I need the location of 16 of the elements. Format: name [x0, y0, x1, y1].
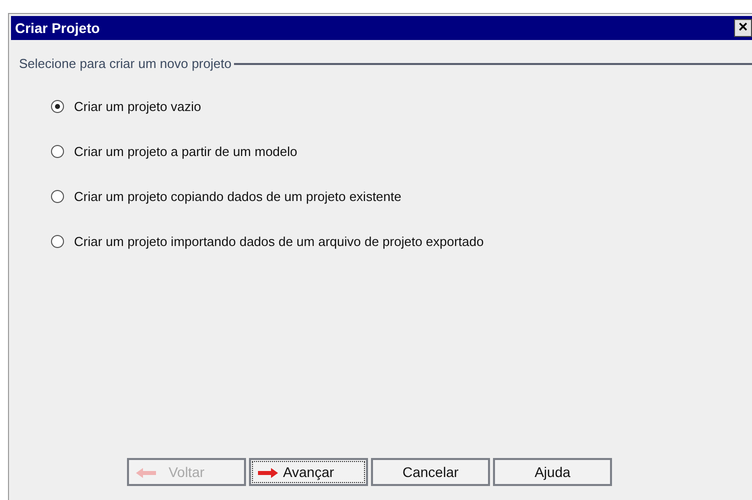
radio-button[interactable] — [51, 100, 64, 113]
radio-option[interactable]: Criar um projeto vazio — [51, 97, 752, 116]
window-title: Criar Projeto — [15, 20, 100, 36]
section-title: Selecione para criar um novo projeto — [19, 56, 232, 71]
left-arrow-icon — [135, 467, 157, 479]
radio-button[interactable] — [51, 190, 64, 203]
dialog-button[interactable]: Ajuda — [493, 458, 612, 486]
next-button[interactable]: Avançar — [249, 458, 368, 486]
radio-option[interactable]: Criar um projeto copiando dados de um projeto existente — [51, 187, 752, 206]
right-arrow-icon — [257, 467, 279, 479]
radio-option[interactable]: Criar um projeto a partir de um modelo — [51, 142, 752, 161]
radio-option[interactable]: Criar um projeto importando dados de um arquivo de projeto exportado — [51, 232, 752, 251]
radio-button[interactable] — [51, 235, 64, 248]
dialog-button[interactable]: Cancelar — [371, 458, 490, 486]
radio-button[interactable] — [51, 145, 64, 158]
close-button[interactable]: × — [734, 19, 752, 37]
